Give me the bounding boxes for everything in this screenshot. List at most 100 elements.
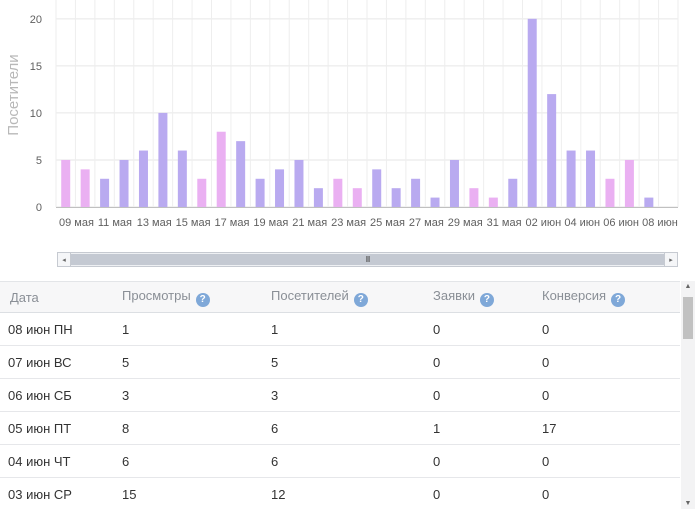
x-tick-label: 09 мая	[59, 217, 94, 229]
bar	[216, 131, 226, 207]
header-conversion[interactable]: Конверсия?	[542, 287, 626, 307]
help-icon[interactable]: ?	[195, 292, 210, 307]
bar	[372, 169, 382, 207]
table-row: 05 июн ПТ 8 6 1 17	[0, 412, 680, 445]
table-vertical-scrollbar[interactable]: ▲ ▼	[681, 281, 695, 509]
header-visitors[interactable]: Посетителей?	[271, 288, 368, 307]
x-tick-label: 15 мая	[176, 217, 211, 229]
vertical-scrollbar-thumb[interactable]	[683, 297, 693, 339]
x-tick-label: 08 июн	[642, 217, 678, 229]
y-tick-label: 0	[36, 202, 42, 214]
cell-visitors: 3	[271, 387, 279, 403]
cell-visitors: 5	[271, 354, 279, 370]
chart-horizontal-scrollbar[interactable]: ◂ III ▸	[57, 252, 678, 267]
cell-views: 5	[122, 354, 130, 370]
scroll-down-arrow-icon[interactable]: ▼	[681, 500, 695, 507]
table-header: Дата Просмотры? Посетителей? Заявки? Кон…	[0, 282, 680, 313]
bar	[333, 178, 343, 207]
header-conversion-label: Конверсия	[542, 287, 607, 303]
bar	[80, 169, 90, 207]
x-tick-label: 27 мая	[409, 217, 444, 229]
bar	[469, 188, 479, 207]
help-icon[interactable]: ?	[611, 292, 626, 307]
bar	[275, 169, 285, 207]
help-icon[interactable]: ?	[353, 292, 368, 307]
x-tick-label: 04 июн	[564, 217, 600, 229]
bar	[644, 197, 654, 207]
y-tick-label: 15	[30, 61, 42, 73]
help-icon[interactable]: ?	[479, 292, 494, 307]
visitors-bar-chart: 0 5 10 15 20 09 мая 11 мая 13 мая 15 мая 17 мая 19…	[5, 0, 679, 229]
cell-conversion: 0	[542, 321, 550, 337]
bar	[411, 178, 421, 207]
bar	[449, 159, 459, 207]
cell-visitors: 1	[271, 321, 279, 337]
x-tick-label: 02 июн	[526, 217, 562, 229]
scroll-up-arrow-icon[interactable]: ▲	[681, 283, 695, 290]
x-tick-label: 13 мая	[137, 217, 172, 229]
cell-conversion: 0	[542, 354, 550, 370]
scrollbar-thumb[interactable]: III	[71, 254, 664, 265]
cell-visitors: 6	[271, 420, 279, 436]
cell-requests: 0	[433, 354, 441, 370]
x-tick-label: 06 июн	[603, 217, 639, 229]
cell-conversion: 17	[542, 420, 557, 436]
header-visitors-label: Посетителей	[271, 287, 349, 303]
bar	[138, 150, 148, 207]
cell-requests: 0	[433, 453, 441, 469]
y-axis-title: Посетители	[5, 54, 22, 135]
scroll-left-arrow-icon[interactable]: ◂	[58, 253, 71, 266]
bar	[508, 178, 518, 207]
bar	[527, 18, 537, 208]
header-views[interactable]: Просмотры?	[122, 288, 210, 307]
cell-date: 06 июн СБ	[8, 387, 72, 403]
x-tick-label: 19 мая	[253, 217, 288, 229]
bar	[61, 159, 71, 207]
cell-date: 08 июн ПН	[8, 321, 73, 337]
bar	[605, 178, 615, 207]
cell-date: 04 июн ЧТ	[8, 453, 71, 469]
bar	[294, 159, 304, 207]
bar	[236, 141, 246, 207]
x-tick-label: 17 мая	[215, 217, 250, 229]
table-row: 03 июн СР 15 12 0 0	[0, 478, 680, 510]
table-row: 08 июн ПН 1 1 0 0	[0, 313, 680, 346]
x-tick-label: 31 мая	[487, 217, 522, 229]
bar	[255, 178, 265, 207]
table-row: 04 июн ЧТ 6 6 0 0	[0, 445, 680, 478]
cell-views: 8	[122, 420, 130, 436]
bar	[391, 188, 401, 207]
cell-visitors: 6	[271, 453, 279, 469]
bar	[197, 178, 207, 207]
cell-conversion: 0	[542, 387, 550, 403]
cell-conversion: 0	[542, 453, 550, 469]
x-tick-label: 11 мая	[98, 217, 132, 229]
cell-views: 6	[122, 453, 130, 469]
bar	[566, 150, 576, 207]
bar	[177, 150, 187, 207]
bar	[547, 94, 557, 207]
x-tick-label: 21 мая	[292, 217, 327, 229]
header-requests[interactable]: Заявки?	[433, 288, 494, 307]
cell-views: 1	[122, 321, 130, 337]
y-tick-label: 10	[30, 108, 42, 120]
cell-requests: 0	[433, 387, 441, 403]
cell-visitors: 12	[271, 486, 286, 502]
x-tick-label: 23 мая	[331, 217, 366, 229]
scroll-right-arrow-icon[interactable]: ▸	[664, 253, 677, 266]
bar	[352, 188, 362, 207]
table-row: 06 июн СБ 3 3 0 0	[0, 379, 680, 412]
cell-views: 15	[122, 486, 137, 502]
header-date[interactable]: Дата	[10, 290, 39, 305]
header-views-label: Просмотры	[122, 287, 191, 303]
cell-requests: 0	[433, 486, 441, 502]
bar	[158, 112, 168, 207]
cell-date: 05 июн ПТ	[8, 420, 72, 436]
bar	[488, 197, 498, 207]
cell-requests: 1	[433, 420, 441, 436]
stats-table: Дата Просмотры? Посетителей? Заявки? Кон…	[0, 281, 680, 510]
y-tick-label: 20	[30, 14, 42, 26]
bar	[586, 150, 596, 207]
bar	[430, 197, 440, 207]
cell-requests: 0	[433, 321, 441, 337]
